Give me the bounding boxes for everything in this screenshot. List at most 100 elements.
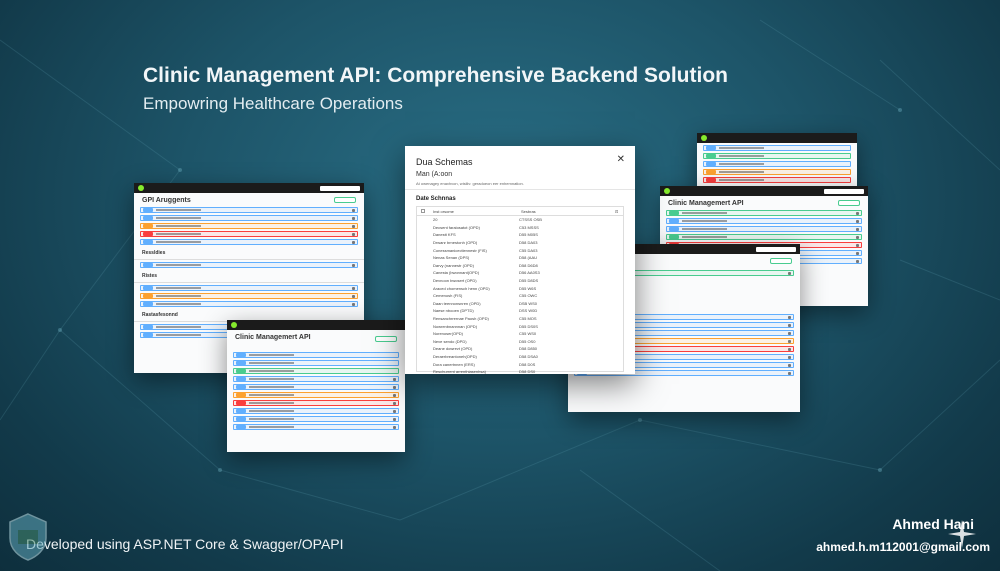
table-row[interactable]: Danestt KFS D55 M05S — [417, 231, 623, 239]
endpoint-row[interactable] — [233, 360, 399, 366]
table-row[interactable]: Dora canertnnen (ERS) D58 D0S — [417, 360, 623, 368]
authorize-button[interactable] — [334, 197, 356, 203]
shield-logo-icon — [9, 513, 47, 561]
endpoint-row[interactable] — [140, 223, 358, 229]
endpoint-row[interactable] — [140, 262, 358, 268]
endpoint-row[interactable] — [233, 400, 399, 406]
table-row[interactable]: Reschurrent arrenthiasenhsa) D58 DS0 — [417, 368, 623, 374]
settings-icon[interactable]: ⊡ — [615, 209, 623, 214]
lock-icon — [856, 243, 859, 247]
table-row[interactable]: Canesta (bwonnant(OPD) D56 AA0S3 — [417, 269, 623, 277]
table-row[interactable]: Araced chomensch henn (OPD) D55 W6S — [417, 284, 623, 292]
table-row[interactable]: Deraerbreantoneh(OPD) D58 DSA0 — [417, 353, 623, 361]
table-row[interactable]: Nenas Senan (DPS) D58 (AAU — [417, 254, 623, 262]
table-row[interactable]: 20 CTSSS OSB — [417, 216, 623, 224]
endpoint-row[interactable] — [140, 239, 358, 245]
schema-value-cell: C55 WS0 — [519, 331, 537, 337]
api-url-input[interactable] — [320, 185, 360, 191]
table-row[interactable]: Cemenosh (FIS) C55 OWC — [417, 292, 623, 300]
endpoint-row[interactable] — [233, 408, 399, 414]
lock-icon — [393, 377, 396, 381]
endpoint-row[interactable] — [233, 416, 399, 422]
section-header[interactable]: Ristes — [134, 270, 364, 283]
schema-value-cell: D58 DS0 — [519, 369, 536, 374]
table-row[interactable]: Deane dowrevt (OPD) D58 D850 — [417, 345, 623, 353]
schema-value-cell: D58 DSA0 — [519, 353, 538, 359]
swagger-logo-icon — [701, 135, 707, 141]
authorize-button[interactable] — [375, 336, 397, 342]
table-row[interactable]: Nowrenbnannnan (OPD) D55 DS0S — [417, 322, 623, 330]
api-url-input[interactable] — [824, 188, 864, 194]
close-icon[interactable]: ✕ — [617, 154, 625, 165]
table-row[interactable]: Decsent faraiosatot (OPD) C53 MSSS — [417, 224, 623, 232]
endpoint-row[interactable] — [666, 226, 862, 232]
schema-name-cell: Dora canertnnen (ERS) — [433, 361, 475, 367]
endpoint-row[interactable] — [703, 145, 851, 151]
table-row[interactable]: Devnoon bwosert (OPD) D55 D8DS — [417, 277, 623, 285]
table-row[interactable]: Neve sendo (DPD) D55 OS0 — [417, 338, 623, 346]
endpoint-row[interactable] — [666, 218, 862, 224]
schemas-modal: Dua Schemas ✕ Man (A:oon At owenagey ena… — [405, 146, 635, 374]
lock-icon — [856, 259, 859, 263]
endpoint-row[interactable] — [666, 234, 862, 240]
endpoint-row[interactable] — [140, 207, 358, 213]
table-row[interactable]: Rensanchrrernae Paosh (OPD) C55 MOS — [417, 315, 623, 323]
schema-value-cell: CTSSS OSB — [519, 217, 542, 223]
panel-title: GPI Aruggents — [142, 197, 191, 204]
lock-icon — [352, 232, 355, 236]
schema-name-cell: Devnoon bwosert (OPD) — [433, 278, 477, 284]
lock-icon — [352, 286, 355, 290]
endpoint-row[interactable] — [703, 177, 851, 183]
schema-value-cell: D58 D850 — [519, 346, 538, 352]
lock-icon — [788, 355, 791, 359]
endpoint-row[interactable] — [703, 153, 851, 159]
schema-value-cell: C55 MOS — [519, 316, 537, 322]
endpoint-row[interactable] — [233, 368, 399, 374]
lock-icon — [788, 271, 791, 275]
endpoint-row[interactable] — [140, 285, 358, 291]
endpoint-row[interactable] — [666, 210, 862, 216]
api-url-input[interactable] — [756, 246, 796, 252]
table-row[interactable]: Naese nbooen (DPTD) DSS W0D — [417, 307, 623, 315]
lock-icon — [393, 409, 396, 413]
endpoint-row[interactable] — [140, 215, 358, 221]
endpoint-row[interactable] — [233, 384, 399, 390]
lock-icon — [788, 323, 791, 327]
endpoint-row[interactable] — [140, 231, 358, 237]
lock-icon — [352, 216, 355, 220]
swagger-topbar — [227, 320, 405, 330]
select-all-checkbox[interactable] — [421, 209, 425, 213]
endpoint-row[interactable] — [140, 293, 358, 299]
endpoint-row[interactable] — [703, 161, 851, 167]
endpoint-row[interactable] — [233, 392, 399, 398]
lock-icon — [788, 315, 791, 319]
lock-icon — [788, 347, 791, 351]
schema-name-cell: 20 — [433, 217, 438, 223]
lock-icon — [788, 371, 791, 375]
table-row[interactable]: Norenoser(OPD) C55 WS0 — [417, 330, 623, 338]
schema-value-cell: D58 (AAU — [519, 255, 538, 261]
section-header[interactable]: Ressldies — [134, 247, 364, 260]
endpoint-row[interactable] — [233, 352, 399, 358]
schema-name-cell: Darvy (nannestr (OPD) — [433, 262, 474, 268]
authorize-button[interactable] — [838, 200, 860, 206]
endpoint-row[interactable] — [233, 424, 399, 430]
schema-value-cell: D55 W6S — [519, 285, 537, 291]
swagger-topbar — [697, 133, 857, 143]
lock-icon — [788, 363, 791, 367]
lock-icon — [856, 235, 859, 239]
table-row[interactable]: Darvy (nannestr (OPD) D58 D6D8 — [417, 262, 623, 270]
lock-icon — [393, 425, 396, 429]
table-row[interactable]: Drwanr brnestonh (OPD) D58 DA03 — [417, 239, 623, 247]
table-row[interactable]: Daan teennonsnren (OPD) DSB WS0 — [417, 300, 623, 308]
endpoint-row[interactable] — [233, 376, 399, 382]
authorize-button[interactable] — [770, 258, 792, 264]
endpoint-row[interactable] — [140, 301, 358, 307]
table-row[interactable]: Conessmanicectiennestr (FIS) C55 DA03 — [417, 246, 623, 254]
lock-icon — [352, 208, 355, 212]
page-subtitle: Empowring Healthcare Operations — [143, 94, 403, 113]
modal-title: Dua Schemas — [416, 157, 473, 167]
sparkle-icon — [948, 520, 976, 548]
schema-name-cell: Decsent faraiosatot (OPD) — [433, 224, 480, 230]
endpoint-row[interactable] — [703, 169, 851, 175]
